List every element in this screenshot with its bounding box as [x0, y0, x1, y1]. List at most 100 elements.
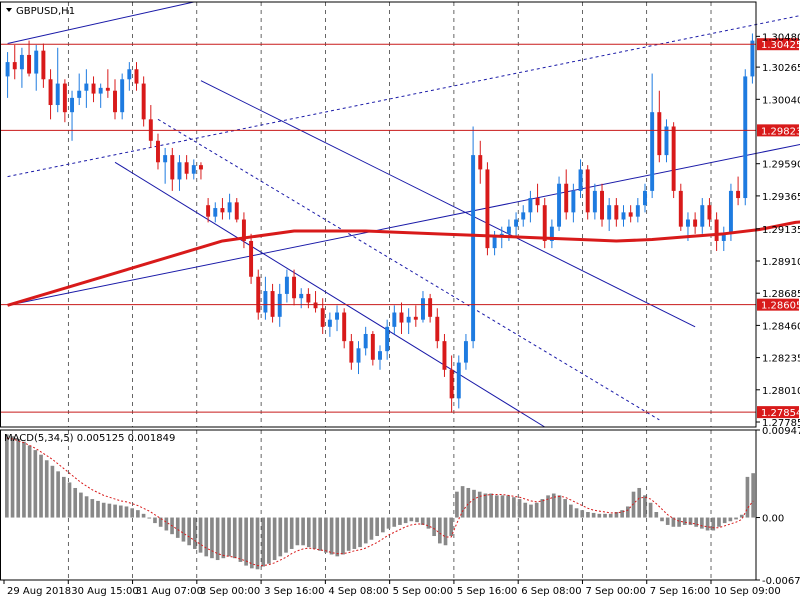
time-label: 10 Sep 09:00	[714, 586, 781, 597]
macd-bar	[580, 510, 585, 518]
candle-body	[678, 190, 683, 227]
candle-body	[34, 50, 39, 74]
macd-bar	[472, 489, 476, 518]
macd-bar	[500, 495, 505, 518]
macd-bar	[409, 517, 414, 522]
candle-body	[256, 276, 261, 313]
candle-body	[743, 76, 748, 199]
macd-bar	[586, 511, 590, 518]
macd-bar	[443, 517, 448, 546]
macd-bar	[705, 517, 710, 531]
macd-bar	[16, 439, 21, 518]
time-label: 5 Sep 16:00	[457, 586, 517, 597]
candle-body	[592, 190, 597, 213]
macd-bar	[61, 476, 66, 518]
candle-body	[41, 50, 46, 80]
macd-bar	[682, 517, 687, 525]
macd-bar	[107, 503, 112, 518]
macd-bar	[33, 450, 38, 518]
macd-bar	[700, 517, 704, 529]
candle-body	[421, 298, 425, 320]
macd-bar	[5, 434, 9, 518]
candle-body	[385, 326, 390, 352]
macd-bar	[175, 517, 180, 538]
macd-bar	[244, 517, 248, 566]
macd-bar	[523, 502, 528, 518]
macd-bar	[483, 493, 488, 518]
macd-bar	[67, 482, 72, 518]
candle-body	[413, 316, 418, 320]
price-tick-label: 1.28685	[762, 289, 800, 300]
candle-body	[249, 240, 254, 277]
macd-bar	[56, 471, 60, 518]
candle-body	[213, 208, 218, 217]
time-label: 4 Sep 08:00	[328, 586, 388, 597]
macd-bar	[557, 495, 562, 518]
candle-body	[671, 126, 676, 191]
macd-bar	[665, 517, 670, 525]
candle-body	[535, 198, 540, 206]
macd-bar	[403, 517, 408, 524]
macd-bar	[591, 512, 596, 518]
macd-bar	[346, 517, 351, 551]
candle-body	[514, 219, 519, 227]
candle-body	[5, 62, 10, 77]
macd-label: MACD(5,34,5) 0.005125 0.001849	[4, 433, 175, 444]
candle-body	[335, 312, 339, 320]
macd-bar	[563, 499, 567, 518]
candle-body	[292, 276, 297, 299]
macd-bar	[130, 508, 135, 518]
macd-bar	[625, 506, 630, 518]
candle-body	[91, 83, 96, 94]
candle-body	[435, 316, 440, 342]
price-tick-label: 1.30480	[762, 32, 800, 43]
macd-bar	[597, 513, 602, 518]
macd-bar	[289, 517, 294, 549]
candle-body	[198, 165, 203, 170]
price-chart[interactable]: 1.304251.298231.286051.27854 1.304801.30…	[0, 0, 800, 600]
macd-bar	[711, 517, 716, 531]
candle-body	[463, 341, 468, 363]
macd-bar	[147, 517, 152, 519]
macd-bar	[688, 517, 693, 525]
macd-bar	[375, 517, 379, 537]
level-price-label: 1.29823	[761, 126, 800, 137]
candle-body	[693, 219, 698, 227]
candle-body	[428, 298, 433, 317]
candle-body	[571, 190, 576, 213]
price-tick-label: 1.30265	[762, 63, 800, 74]
macd-bar	[637, 487, 642, 518]
candle-body	[313, 302, 318, 309]
candle-body	[134, 69, 139, 84]
macd-bar	[363, 517, 368, 544]
candle-body	[700, 205, 705, 227]
macd-bar	[22, 441, 26, 518]
macd-bar	[215, 517, 220, 561]
macd-bar	[381, 517, 385, 533]
candle-body	[707, 205, 712, 220]
macd-tick-label: 0.009475	[762, 426, 800, 437]
macd-bar	[369, 517, 374, 540]
macd-bar	[734, 517, 738, 520]
candle-body	[342, 312, 347, 342]
candle-body	[113, 90, 117, 113]
candle-body	[19, 54, 24, 70]
candle-body	[506, 226, 511, 234]
candle-body	[270, 291, 275, 317]
candle-body	[370, 333, 375, 360]
macd-bar	[141, 513, 146, 518]
symbol-header[interactable]: GBPUSD,H1	[6, 6, 75, 17]
macd-bar	[603, 513, 607, 518]
candle-body	[378, 351, 382, 360]
macd-bar	[44, 460, 49, 518]
macd-bar	[540, 499, 545, 518]
candle-body	[105, 87, 110, 91]
candle-body	[356, 348, 361, 363]
macd-tick-label: 0.00	[762, 514, 784, 525]
macd-bar	[113, 504, 117, 518]
macd-bar	[232, 517, 237, 559]
macd-bar	[648, 502, 653, 518]
candle-body	[191, 165, 196, 174]
candle-body	[399, 312, 404, 323]
time-label: 29 Aug 2018	[7, 586, 71, 597]
